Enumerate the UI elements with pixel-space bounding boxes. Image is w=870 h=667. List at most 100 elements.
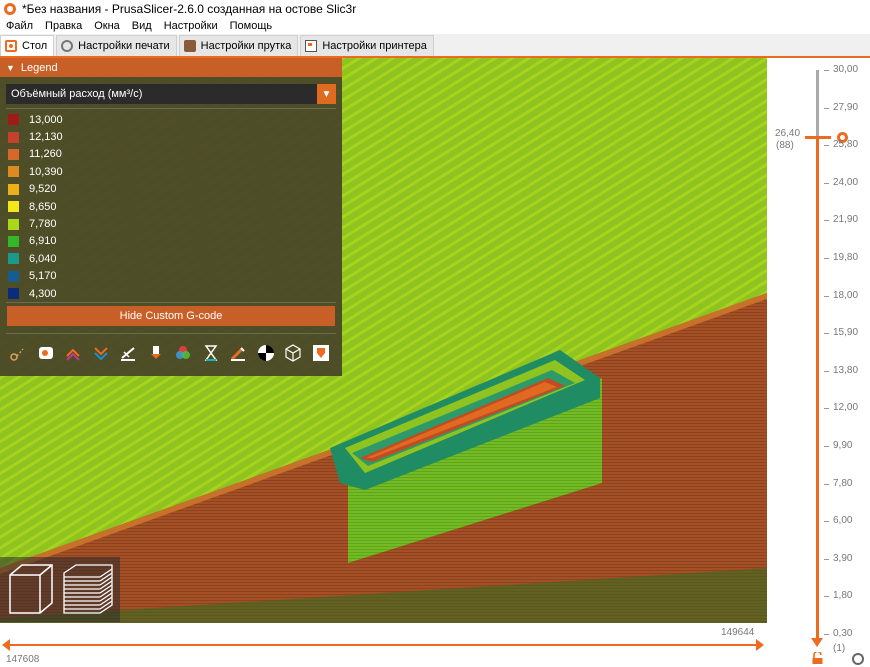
legend-swatch: [8, 270, 19, 282]
slider-tick-label: 9,90: [833, 440, 853, 451]
slider-tick-label: 27,90: [833, 101, 859, 113]
legend-divider: [6, 333, 336, 334]
menu-help[interactable]: Помощь: [224, 20, 279, 32]
deretractions-icon[interactable]: [91, 342, 111, 364]
legend-row: 8,650: [8, 198, 63, 215]
seams-icon[interactable]: [118, 342, 138, 364]
color-changes-icon[interactable]: [173, 342, 193, 364]
legend-title: Legend: [20, 61, 58, 74]
vertical-layer-slider[interactable]: 26,40 (88) 30,00 27,90 25,80 24,00 21,90 19,8…: [767, 58, 870, 667]
arrow-right-icon[interactable]: [756, 639, 764, 651]
center-of-gravity-icon[interactable]: [256, 342, 276, 364]
tool-marker-icon[interactable]: [311, 342, 331, 364]
hide-custom-gcode-button[interactable]: Hide Custom G-code: [7, 306, 335, 326]
upper-thumb-layer-index: (88): [776, 140, 794, 151]
collapse-triangle-icon[interactable]: ▼: [6, 63, 15, 73]
slider-tick-label: 15,90: [833, 327, 859, 339]
menu-window[interactable]: Окна: [88, 20, 126, 32]
legend-header[interactable]: ▼ Legend: [0, 58, 342, 77]
legend-value: 12,130: [29, 131, 63, 144]
slider-tick: [824, 258, 829, 259]
slider-tick-label: 6,00: [833, 515, 853, 527]
legend-row: 11,260: [8, 146, 63, 163]
legend-value: 4,300: [29, 287, 57, 300]
menu-file[interactable]: Файл: [0, 20, 39, 32]
slider-tick-label: 7,80: [833, 477, 853, 489]
legend-row: 4,300: [8, 285, 63, 302]
slider-tick-label: 0,30: [833, 628, 853, 639]
legend-swatch: [8, 288, 19, 300]
legend-value: 11,260: [29, 148, 62, 161]
legend-value: 6,910: [29, 235, 57, 248]
slider-tick: [824, 333, 829, 335]
slider-tick-label: 25,80: [833, 139, 859, 151]
legend-toolbar: [8, 342, 338, 364]
lower-thumb-layer-index: (1): [833, 643, 846, 654]
legend-swatch: [8, 131, 19, 143]
tab-bar: Стол Настройки печати Настройки прутка Н…: [0, 34, 870, 58]
legend-panel: ▼ Legend Объёмный расход (мм³/с) ▼ 13,00…: [0, 58, 342, 376]
legend-row: 7,780: [8, 215, 63, 232]
legend-row: 10,390: [8, 163, 63, 180]
slider-tick-label: 1,80: [833, 590, 853, 602]
title-bar: *Без названия - PrusaSlicer-2.6.0 создан…: [0, 0, 870, 18]
legend-row: 6,910: [8, 233, 63, 250]
legend-divider: [6, 302, 336, 303]
legend-swatch: [8, 235, 19, 247]
tab-plater[interactable]: Стол: [0, 35, 55, 56]
retractions-icon[interactable]: [63, 342, 83, 364]
legend-row: 5,170: [8, 268, 63, 285]
menu-edit[interactable]: Правка: [39, 20, 88, 32]
arrow-down-icon[interactable]: [811, 638, 823, 647]
menu-configuration[interactable]: Настройки: [158, 20, 224, 32]
legend-row: 9,520: [8, 181, 63, 198]
tab-filament-settings[interactable]: Настройки прутка: [178, 35, 299, 56]
tab-print-settings[interactable]: Настройки печати: [56, 35, 177, 56]
legend-value: 5,170: [29, 270, 57, 283]
slider-tick: [824, 220, 829, 222]
3d-view-icon[interactable]: [4, 561, 56, 617]
legend-row: 12,130: [8, 128, 63, 145]
legend-value: 13,000: [29, 113, 63, 126]
legend-swatch: [8, 166, 19, 178]
layers-view-icon[interactable]: [62, 561, 114, 617]
slider-tick-label: 19,80: [833, 252, 859, 263]
shells-icon[interactable]: [283, 342, 303, 364]
legend-color-scale: 13,000 12,130 11,260 10,390 9,520 8,650 7,780 6…: [8, 111, 63, 302]
legend-value: 8,650: [29, 200, 57, 213]
travel-icon[interactable]: [8, 342, 28, 364]
legend-swatch: [8, 148, 19, 160]
tab-printer-settings[interactable]: Настройки принтера: [300, 35, 434, 56]
legend-swatch: [8, 253, 19, 265]
settings-cog-icon[interactable]: [852, 653, 864, 665]
slider-tick-label: 21,90: [833, 214, 859, 226]
view-type-value: Объёмный расход (мм³/с): [11, 88, 143, 100]
custom-gcode-icon[interactable]: [228, 342, 248, 364]
lock-icon[interactable]: [812, 652, 823, 664]
slider-tick-label: 13,80: [833, 364, 859, 376]
wipe-icon[interactable]: [36, 342, 56, 364]
vertical-slider-track-active[interactable]: [816, 138, 819, 638]
view-mode-toggle: [0, 557, 120, 622]
legend-value: 7,780: [29, 218, 57, 231]
vertical-slider-track-inactive[interactable]: [816, 70, 819, 138]
slider-tick: [824, 446, 829, 447]
slider-tick-label: 18,00: [833, 289, 859, 301]
slider-tick: [824, 408, 829, 410]
tab-print-settings-label: Настройки печати: [78, 40, 170, 52]
tab-filament-settings-label: Настройки прутка: [200, 40, 292, 52]
slider-tick-label: 30,00: [833, 64, 859, 75]
dropdown-arrow-icon[interactable]: ▼: [317, 84, 336, 104]
horizontal-move-slider[interactable]: 147608 149644: [0, 623, 790, 667]
legend-value: 6,040: [29, 252, 57, 265]
pause-icon[interactable]: [201, 342, 221, 364]
upper-thumb[interactable]: [805, 136, 831, 139]
slider-tick: [824, 182, 829, 184]
plater-icon: [5, 40, 17, 52]
window-title: *Без названия - PrusaSlicer-2.6.0 создан…: [22, 2, 357, 16]
horizontal-slider-track[interactable]: [6, 644, 761, 646]
hslider-lower-value: 147608: [6, 654, 40, 665]
tool-changes-icon[interactable]: [146, 342, 166, 364]
menu-view[interactable]: Вид: [126, 20, 158, 32]
view-type-dropdown[interactable]: Объёмный расход (мм³/с) ▼: [6, 84, 336, 104]
